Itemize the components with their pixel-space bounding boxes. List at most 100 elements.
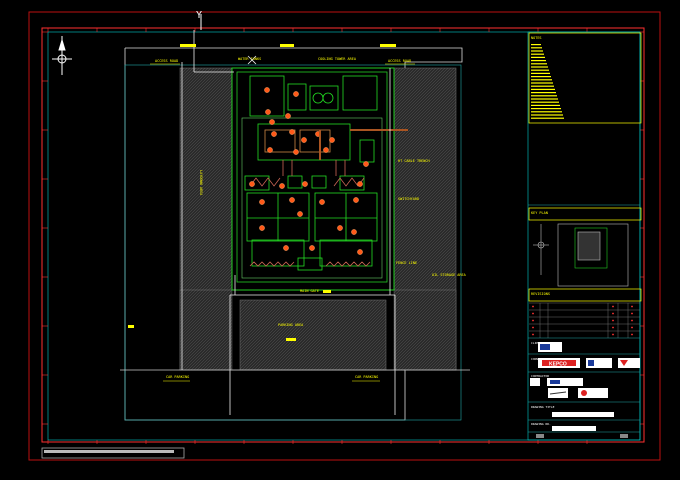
- revision-mark: [631, 312, 633, 315]
- notes-box: [528, 32, 642, 124]
- label-parking: PARKING AREA: [278, 323, 304, 327]
- consultant-logos: KEPCO: [538, 358, 640, 368]
- equipment-marker: [323, 147, 329, 153]
- client-logo-icon: [538, 342, 562, 352]
- equipment-marker: [249, 181, 255, 187]
- drawing-title-label: DRAWING TITLE: [531, 405, 555, 409]
- label-access-road-left: ACCESS ROAD: [155, 59, 178, 63]
- note-line: [531, 76, 551, 78]
- equipment-marker: [337, 225, 343, 231]
- label-ht-cable-trench: HT CABLE TRENCH: [398, 159, 430, 163]
- note-line: [531, 88, 555, 90]
- key-plan-label: KEY PLAN: [531, 211, 548, 215]
- equipment-marker: [297, 211, 303, 217]
- cad-drawing: Y ACCESS ROAD ACCESS ROAD WATER TANKS CO…: [28, 10, 661, 461]
- revision-mark: [631, 326, 633, 329]
- equipment-marker: [265, 109, 271, 115]
- note-line: [531, 50, 543, 52]
- status-strip-fill: [44, 450, 174, 453]
- equipment-marker: [301, 137, 307, 143]
- equipment-marker: [329, 137, 335, 143]
- note-line: [531, 69, 549, 71]
- note-line: [531, 47, 542, 49]
- equipment-marker: [259, 199, 265, 205]
- revision-mark: [532, 312, 534, 315]
- revision-mark: [532, 326, 534, 329]
- note-lines: [531, 44, 564, 119]
- equipment-marker: [267, 147, 273, 153]
- revision-mark: [631, 305, 633, 308]
- kepco-logo: KEPCO: [549, 362, 567, 368]
- revision-mark: [631, 319, 633, 322]
- equipment-marker: [269, 119, 275, 125]
- note-line: [531, 60, 546, 62]
- note-line: [531, 114, 563, 116]
- revision-mark: [612, 319, 614, 322]
- note-line: [531, 108, 561, 110]
- drawing-title-bar: [552, 412, 614, 417]
- note-line: [531, 101, 559, 103]
- equipment-marker: [293, 91, 299, 97]
- note-line: [531, 56, 545, 58]
- note-line: [531, 104, 560, 106]
- label-oil-storage: OIL STORAGE AREA: [432, 273, 467, 277]
- note-line: [531, 72, 550, 74]
- revision-mark: [532, 319, 534, 322]
- equipment-marker: [363, 161, 369, 167]
- label-tank-area: WATER TANKS: [238, 57, 261, 61]
- revision-mark: [612, 312, 614, 315]
- drawing-no-label: DRAWING NO.: [531, 422, 551, 426]
- axis-marker-label: Y: [196, 10, 202, 21]
- equipment-marker: [271, 131, 277, 137]
- equipment-marker: [283, 245, 289, 251]
- label-car-parking-left: CAR PARKING: [166, 375, 189, 379]
- note-line: [531, 82, 553, 84]
- revision-mark: [612, 333, 614, 336]
- label-access-road-right: ACCESS ROAD: [388, 59, 411, 63]
- equipment-marker: [293, 149, 299, 155]
- note-line: [531, 66, 548, 68]
- note-line: [531, 53, 544, 55]
- revision-mark: [631, 333, 633, 336]
- equipment-marker: [309, 245, 315, 251]
- parking-area: [239, 299, 387, 371]
- revision-mark: [612, 305, 614, 308]
- revision-mark: [532, 333, 534, 336]
- revision-mark: [532, 305, 534, 308]
- label-car-parking-right: CAR PARKING: [355, 375, 378, 379]
- equipment-marker: [279, 183, 285, 189]
- label-cooling-tower: COOLING TOWER AREA: [318, 57, 357, 61]
- label-laydown: LAYDOWN AREA: [199, 170, 203, 196]
- equipment-marker: [285, 113, 291, 119]
- contractor-label: CONTRACTOR: [531, 374, 549, 378]
- equipment-marker: [289, 129, 295, 135]
- north-arrow-icon: [52, 36, 72, 75]
- equipment-marker: [289, 197, 295, 203]
- title-block: NOTES KEY PLAN REVISIONS CLIENT CONSULTA…: [527, 31, 642, 441]
- label-main-gate: MAIN GATE: [300, 289, 319, 293]
- equipment-marker: [351, 229, 357, 235]
- contractor-logos: [530, 378, 608, 398]
- notes-header: NOTES: [531, 36, 542, 40]
- revision-label: REVISIONS: [531, 292, 550, 296]
- key-plan-icon: [533, 223, 629, 287]
- note-line: [531, 44, 541, 46]
- equipment-marker: [357, 181, 363, 187]
- label-switchyard: SWITCHYARD: [398, 197, 419, 201]
- note-line: [531, 85, 554, 87]
- note-line: [531, 63, 547, 65]
- revision-table: [529, 302, 640, 338]
- equipment-marker: [357, 249, 363, 255]
- drawing-no-bar: [552, 426, 596, 431]
- equipment-marker: [259, 225, 265, 231]
- note-line: [531, 95, 557, 97]
- equipment-marker: [319, 199, 325, 205]
- note-line: [531, 79, 552, 81]
- note-line: [531, 98, 558, 100]
- note-line: [531, 92, 556, 94]
- equipment-marker: [302, 181, 308, 187]
- equipment-marker: [264, 87, 270, 93]
- label-fence: FENCE LINE: [396, 261, 417, 265]
- note-line: [531, 117, 564, 119]
- note-line: [531, 111, 562, 113]
